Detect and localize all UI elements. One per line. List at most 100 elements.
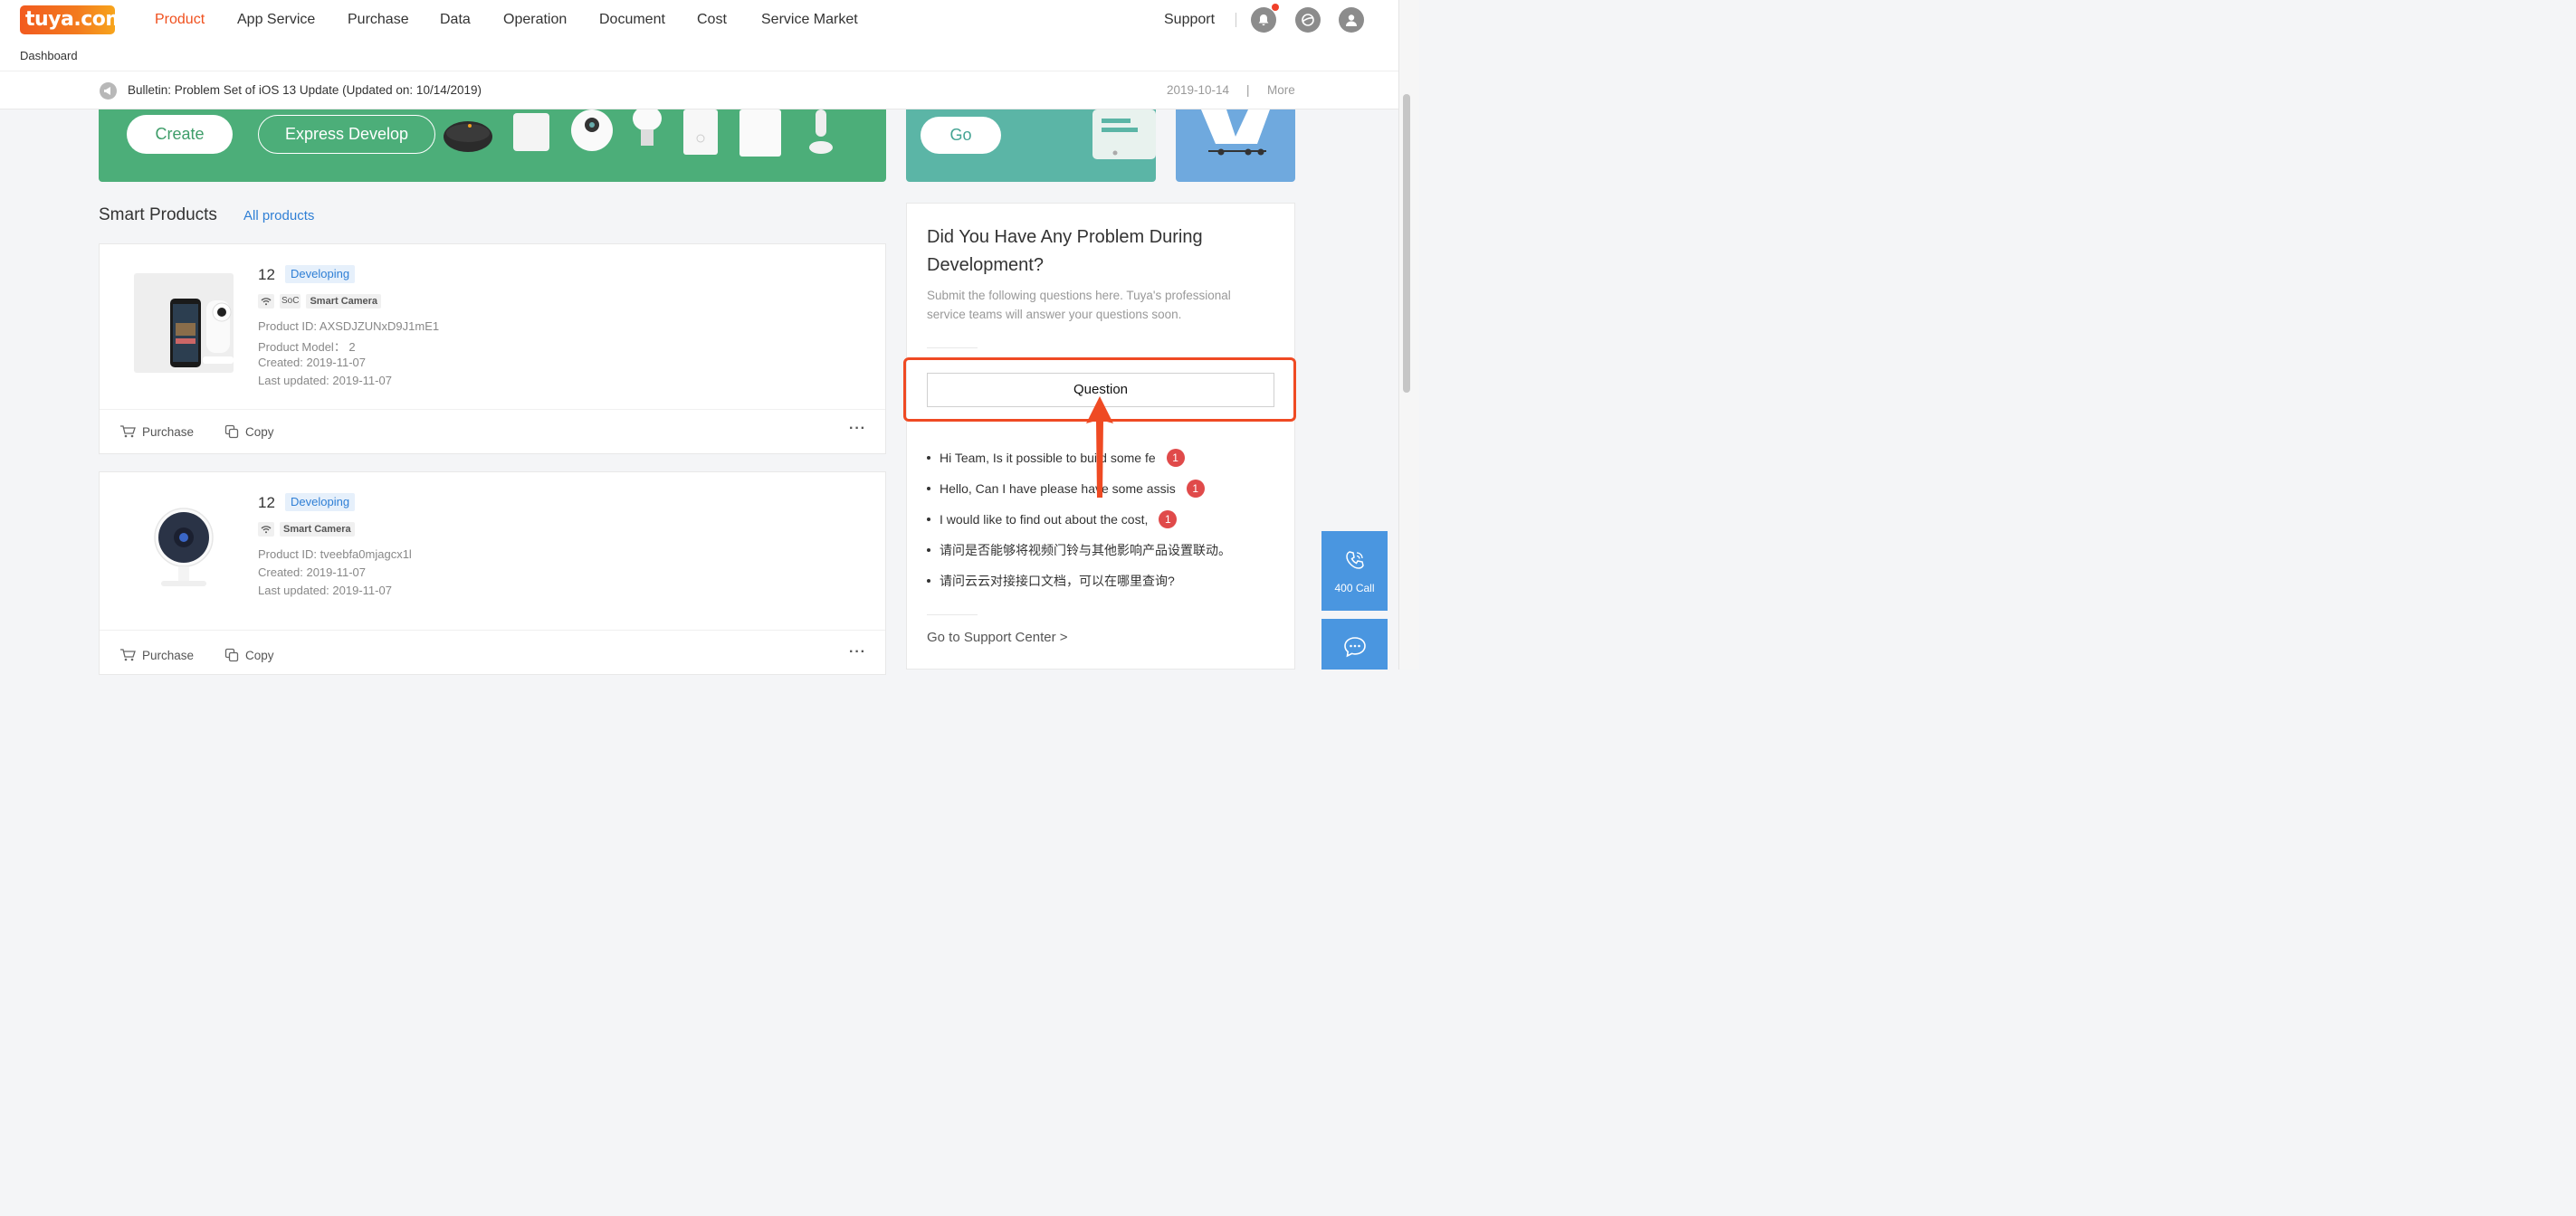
purchase-label: Purchase bbox=[142, 648, 195, 662]
copy-action[interactable]: Copy bbox=[224, 424, 274, 439]
top-navigation: tuya.com Product App Service Purchase Da… bbox=[0, 0, 1398, 71]
go-banner: Go bbox=[906, 109, 1156, 182]
cart-illustration bbox=[1201, 109, 1270, 156]
product-card[interactable]: 12 Developing Smart Camera Product ID: t… bbox=[99, 471, 886, 675]
bulletin-more-link[interactable]: More bbox=[1267, 83, 1295, 97]
product-tags: SoC Smart Camera bbox=[258, 294, 382, 309]
bullet bbox=[927, 548, 930, 552]
reply-count-badge: 1 bbox=[1166, 449, 1185, 467]
smart-products-title: Smart Products bbox=[99, 205, 217, 224]
question-text: I would like to find out about the cost, bbox=[940, 512, 1149, 527]
chat-button[interactable] bbox=[1321, 619, 1388, 670]
nav-support[interactable]: Support bbox=[1164, 12, 1215, 28]
card-footer: Purchase Copy ··· bbox=[100, 409, 885, 454]
bulletin-date: 2019-10-14 bbox=[1167, 83, 1230, 97]
status-badge: Developing bbox=[285, 265, 356, 283]
wifi-icon bbox=[258, 522, 274, 537]
create-product-banner: Create Express Develop bbox=[99, 109, 886, 182]
scrollbar-thumb[interactable] bbox=[1403, 94, 1410, 393]
bullet bbox=[927, 456, 930, 460]
product-id: Product ID: AXSDJZUNxD9J1mE1 bbox=[258, 319, 440, 333]
globe-icon[interactable] bbox=[1295, 7, 1321, 33]
call-label: 400 Call bbox=[1334, 582, 1375, 594]
panel-title: Did You Have Any Problem During Developm… bbox=[927, 227, 1203, 275]
product-thumbnail bbox=[134, 501, 234, 601]
nav-document[interactable]: Document bbox=[599, 12, 665, 28]
copy-label: Copy bbox=[245, 648, 274, 662]
call-button[interactable]: 400 Call bbox=[1321, 531, 1388, 611]
bullet bbox=[927, 518, 930, 521]
nav-product[interactable]: Product bbox=[155, 12, 205, 28]
purchase-label: Purchase bbox=[142, 424, 195, 439]
nav-cost[interactable]: Cost bbox=[697, 12, 727, 28]
soc-tag: SoC bbox=[280, 294, 301, 309]
nav-app-service[interactable]: App Service bbox=[237, 12, 315, 28]
question-item[interactable]: 请问是否能够将视频门铃与其他影响产品设置联动。 bbox=[927, 541, 1231, 559]
page-scrollbar[interactable] bbox=[1398, 0, 1419, 670]
nav-service-market[interactable]: Service Market bbox=[761, 12, 858, 28]
divider bbox=[927, 347, 978, 348]
nav-purchase[interactable]: Purchase bbox=[348, 12, 409, 28]
chat-bubble-icon bbox=[1344, 637, 1366, 658]
divider bbox=[927, 614, 978, 615]
bulletin-text[interactable]: Bulletin: Problem Set of iOS 13 Update (… bbox=[128, 83, 482, 97]
product-model: Product Model： 2 bbox=[258, 340, 356, 354]
product-updated: Last updated: 2019-11-07 bbox=[258, 584, 392, 597]
more-options-icon[interactable]: ··· bbox=[849, 644, 866, 660]
product-tags: Smart Camera bbox=[258, 522, 355, 537]
question-text: Hello, Can I have please have some assis bbox=[940, 481, 1176, 496]
question-item[interactable]: I would like to find out about the cost,… bbox=[927, 510, 1178, 528]
notification-dot bbox=[1272, 4, 1279, 11]
all-products-link[interactable]: All products bbox=[243, 208, 314, 223]
question-item[interactable]: Hi Team, Is it possible to build some fe… bbox=[927, 449, 1185, 467]
nav-data[interactable]: Data bbox=[440, 12, 471, 28]
cart-icon bbox=[120, 425, 136, 438]
product-name[interactable]: 12 bbox=[258, 494, 275, 512]
create-button[interactable]: Create bbox=[127, 115, 233, 154]
tablet-illustration bbox=[1092, 109, 1156, 159]
bulletin-separator: | bbox=[1246, 83, 1250, 97]
bulletin-bar: Bulletin: Problem Set of iOS 13 Update (… bbox=[0, 71, 1398, 109]
more-options-icon[interactable]: ··· bbox=[849, 421, 866, 437]
status-badge: Developing bbox=[285, 493, 356, 511]
product-created: Created: 2019-11-07 bbox=[258, 565, 367, 579]
question-text: Hi Team, Is it possible to build some fe bbox=[940, 451, 1156, 465]
support-center-link[interactable]: Go to Support Center > bbox=[927, 630, 1068, 645]
copy-action[interactable]: Copy bbox=[224, 648, 274, 662]
express-develop-button[interactable]: Express Develop bbox=[258, 115, 435, 154]
question-text: 请问云云对接接口文档，可以在哪里查询? bbox=[940, 574, 1175, 588]
purchase-action[interactable]: Purchase bbox=[119, 648, 194, 662]
hardware-banner bbox=[1176, 109, 1295, 182]
user-avatar-icon[interactable] bbox=[1339, 7, 1364, 33]
wifi-icon bbox=[258, 294, 274, 309]
tuya-logo[interactable]: tuya.com bbox=[20, 5, 115, 34]
breadcrumb-dashboard[interactable]: Dashboard bbox=[20, 49, 78, 62]
panel-description: Submit the following questions here. Tuy… bbox=[927, 289, 1231, 321]
question-item[interactable]: Hello, Can I have please have some assis… bbox=[927, 480, 1205, 498]
annotation-arrow bbox=[1086, 396, 1113, 498]
question-text: 请问是否能够将视频门铃与其他影响产品设置联动。 bbox=[940, 543, 1231, 557]
device-illustration bbox=[444, 109, 833, 157]
copy-icon bbox=[224, 424, 239, 439]
bullet bbox=[927, 487, 930, 490]
card-footer: Purchase Copy ··· bbox=[100, 630, 885, 675]
product-name[interactable]: 12 bbox=[258, 266, 275, 284]
category-tag: Smart Camera bbox=[306, 294, 382, 309]
phone-icon bbox=[1346, 551, 1364, 569]
reply-count-badge: 1 bbox=[1186, 480, 1205, 498]
bell-icon[interactable] bbox=[1251, 7, 1276, 33]
go-button[interactable]: Go bbox=[921, 117, 1001, 154]
copy-label: Copy bbox=[245, 424, 274, 439]
question-item[interactable]: 请问云云对接接口文档，可以在哪里查询? bbox=[927, 572, 1175, 590]
megaphone-icon bbox=[100, 82, 117, 100]
cart-icon bbox=[120, 649, 136, 661]
nav-operation[interactable]: Operation bbox=[503, 12, 567, 28]
purchase-action[interactable]: Purchase bbox=[119, 424, 194, 439]
product-card[interactable]: 12 Developing SoC Smart Camera Product I… bbox=[99, 243, 886, 454]
copy-icon bbox=[224, 648, 239, 662]
bullet bbox=[927, 579, 930, 583]
product-id: Product ID: tveebfa0mjagcx1l bbox=[258, 547, 412, 561]
reply-count-badge: 1 bbox=[1159, 510, 1178, 528]
product-thumbnail bbox=[134, 273, 234, 373]
category-tag: Smart Camera bbox=[280, 522, 355, 537]
